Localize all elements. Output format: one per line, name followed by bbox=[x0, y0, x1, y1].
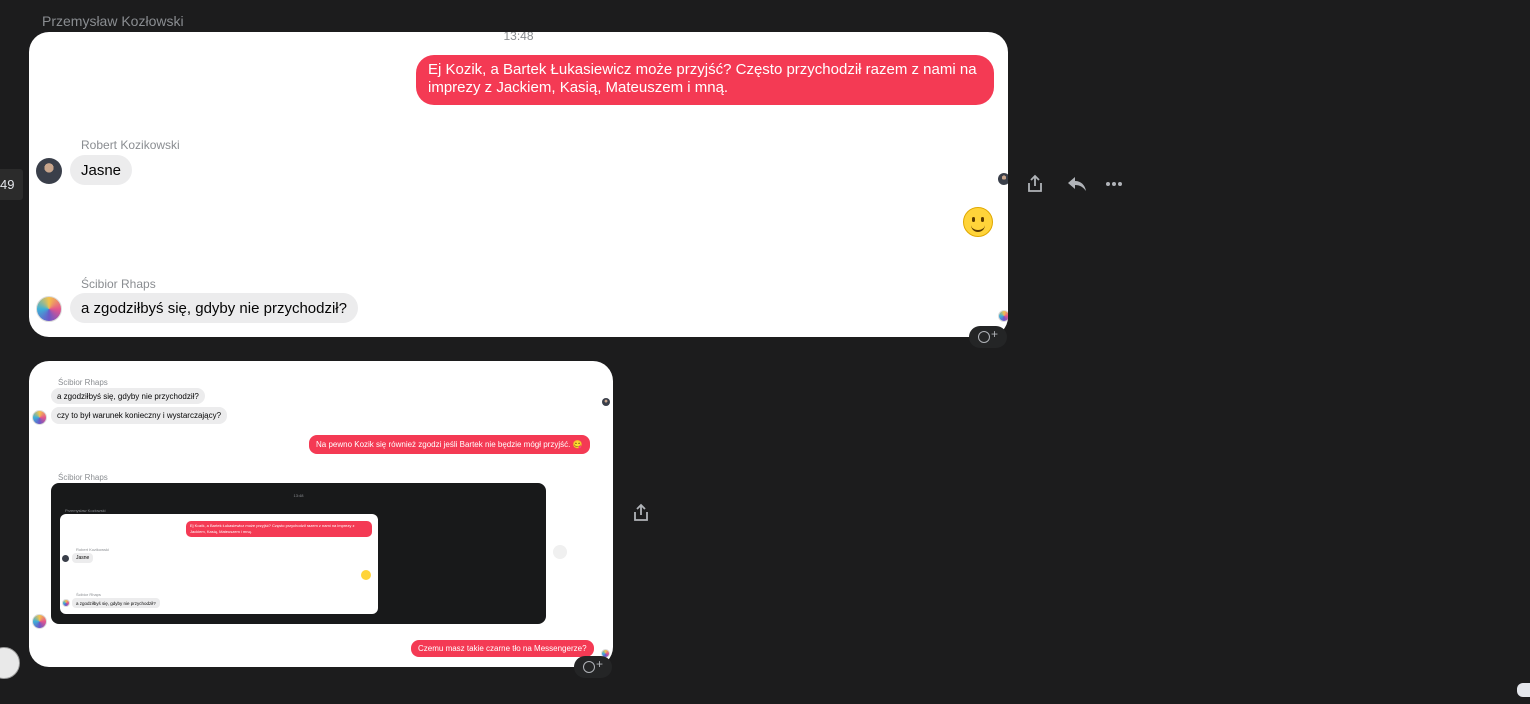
sender-name-robert: Robert Kozikowski bbox=[81, 138, 180, 152]
more-icon[interactable] bbox=[1104, 176, 1124, 192]
message-image-card-2[interactable]: Ścibior Rhaps a zgodziłbyś się, gdyby ni… bbox=[29, 361, 613, 667]
top-sender-name: Przemysław Kozłowski bbox=[42, 13, 184, 29]
incoming-message-small-1: a zgodziłbyś się, gdyby nie przychodził? bbox=[51, 388, 205, 404]
sender-name-scibior-small: Ścibior Rhaps bbox=[58, 378, 108, 387]
read-receipt-avatar-robert bbox=[998, 173, 1008, 185]
message-timestamp: 13:48 bbox=[503, 32, 534, 43]
nested-screenshot: 13:48 Przemysław Kozłowski Ej Kozik, a B… bbox=[51, 483, 546, 624]
incoming-message-small-2: czy to był warunek konieczny i wystarcza… bbox=[51, 407, 228, 424]
avatar-scibior-small bbox=[32, 410, 47, 425]
nested-timestamp: 13:48 bbox=[293, 493, 304, 498]
nested-avatar-robert bbox=[62, 555, 69, 562]
outgoing-message-bubble[interactable]: Ej Kozik, a Bartek Łukasiewicz może przy… bbox=[416, 55, 994, 105]
incoming-message-scibior[interactable]: a zgodziłbyś się, gdyby nie przychodził? bbox=[70, 293, 358, 323]
nested-share-button-icon bbox=[553, 545, 567, 559]
plus-icon-2: + bbox=[595, 657, 603, 671]
nested-scibior-message: a zgodziłbyś się, gdyby nie przychodził? bbox=[72, 598, 160, 608]
add-reaction-button-2[interactable]: + bbox=[574, 656, 612, 678]
reply-icon[interactable] bbox=[1066, 175, 1088, 193]
nested-avatar-scibior bbox=[62, 599, 70, 607]
read-receipt-small bbox=[602, 398, 610, 406]
nested-outgoing-message: Ej Kozik, a Bartek Łukasiewicz może przy… bbox=[186, 521, 372, 537]
nested-emoji-icon bbox=[361, 570, 371, 580]
incoming-message-robert[interactable]: Jasne bbox=[70, 155, 133, 185]
share-icon-2[interactable] bbox=[631, 503, 651, 523]
add-reaction-button[interactable]: + bbox=[969, 326, 1007, 348]
avatar-scibior-small-2 bbox=[32, 614, 47, 629]
avatar-robert[interactable] bbox=[36, 158, 62, 184]
scroll-indicator[interactable] bbox=[1517, 683, 1530, 697]
plus-icon: + bbox=[990, 327, 998, 341]
nested-card: Ej Kozik, a Bartek Łukasiewicz może przy… bbox=[60, 514, 378, 614]
share-icon[interactable] bbox=[1025, 174, 1045, 194]
message-image-card-1[interactable]: 13:48 Ej Kozik, a Bartek Łukasiewicz moż… bbox=[29, 32, 1008, 337]
user-avatar[interactable] bbox=[0, 647, 20, 679]
smiley-icon-2 bbox=[582, 661, 595, 673]
outgoing-message-small-2: Czemu masz takie czarne tło na Messenger… bbox=[411, 640, 594, 657]
read-receipt-avatar-scibior bbox=[998, 310, 1008, 322]
avatar-scibior[interactable] bbox=[36, 296, 62, 322]
nested-scibior-name: Ścibior Rhaps bbox=[76, 592, 101, 597]
smiling-face-emoji-icon[interactable] bbox=[963, 207, 993, 237]
nested-sender-name: Przemysław Kozłowski bbox=[65, 508, 106, 513]
sender-name-scibior-small-2: Ścibior Rhaps bbox=[58, 473, 108, 482]
smiley-icon bbox=[977, 331, 990, 343]
outgoing-message-small-1: Na pewno Kozik się również zgodzi jeśli … bbox=[309, 435, 590, 454]
sender-name-scibior: Ścibior Rhaps bbox=[81, 277, 156, 291]
left-edge-badge: 49 bbox=[0, 169, 23, 200]
nested-robert-name: Robert Kozikowski bbox=[76, 547, 109, 552]
nested-robert-message: Jasne bbox=[72, 553, 94, 563]
